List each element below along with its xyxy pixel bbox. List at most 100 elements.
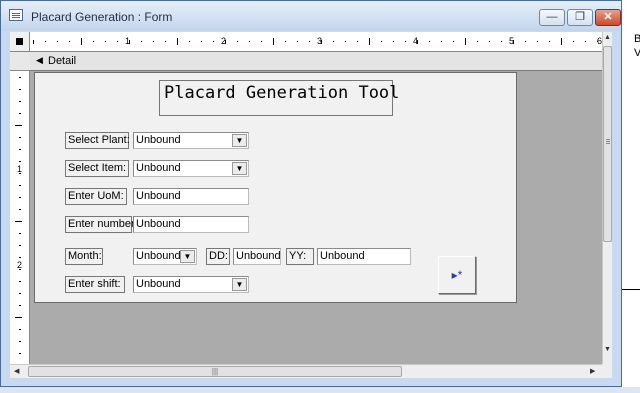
ruler-tick xyxy=(19,77,21,78)
month-label[interactable]: Month: xyxy=(65,248,103,265)
ruler-tick xyxy=(57,41,58,42)
dd-field[interactable]: Unbound xyxy=(233,248,281,265)
select-item-label[interactable]: Select Item: xyxy=(65,160,129,177)
ruler-number: 2 xyxy=(17,260,23,270)
ruler-number: 1 xyxy=(125,36,131,46)
ruler-tick xyxy=(525,41,526,42)
ruler-tick xyxy=(19,293,21,294)
horizontal-ruler[interactable]: 1 2 3 4 5 6 xyxy=(30,32,602,52)
ruler-tick xyxy=(573,41,574,42)
detail-section-bar[interactable]: ◀ Detail xyxy=(30,52,602,71)
ruler-tick xyxy=(15,221,22,222)
scroll-right-arrow-icon[interactable]: ▶ xyxy=(590,367,595,375)
ruler-tick xyxy=(19,353,21,354)
ruler-tick xyxy=(19,329,21,330)
enter-uom-label[interactable]: Enter UoM: xyxy=(65,188,127,205)
chevron-down-icon[interactable]: ▼ xyxy=(180,250,195,263)
ruler-tick xyxy=(549,41,550,42)
ruler-ticks xyxy=(15,77,22,354)
ruler-tick xyxy=(333,41,334,42)
select-item-combo[interactable]: Unbound ▼ xyxy=(133,160,249,177)
ruler-tick xyxy=(19,233,21,234)
select-plant-combo[interactable]: Unbound ▼ xyxy=(133,132,249,149)
ruler-tick xyxy=(273,38,274,45)
horizontal-scroll-thumb[interactable]: ||| xyxy=(28,366,402,377)
background-text: V xyxy=(634,47,640,59)
ruler-tick xyxy=(393,41,394,42)
ruler-tick xyxy=(19,101,21,102)
ruler-tick xyxy=(19,185,21,186)
ruler-tick xyxy=(19,305,21,306)
chevron-down-icon[interactable]: ▼ xyxy=(232,278,247,291)
dd-label[interactable]: DD: xyxy=(206,248,230,265)
ruler-tick xyxy=(141,41,142,42)
ruler-tick xyxy=(213,41,214,42)
restore-button[interactable]: ❐ xyxy=(567,9,593,26)
ruler-tick xyxy=(465,38,466,45)
ruler-tick xyxy=(15,125,22,126)
ruler-ticks xyxy=(33,38,598,45)
ruler-tick xyxy=(153,41,154,42)
ruler-tick xyxy=(585,41,586,42)
vertical-scrollbar[interactable]: ▲ ▼ xyxy=(602,32,612,364)
select-item-value: Unbound xyxy=(136,162,181,174)
ruler-tick xyxy=(477,41,478,42)
ruler-tick xyxy=(19,149,21,150)
ruler-tick xyxy=(19,197,21,198)
ruler-tick xyxy=(249,41,250,42)
ruler-tick xyxy=(45,41,46,42)
ruler-tick xyxy=(561,38,562,45)
ruler-tick xyxy=(309,41,310,42)
horizontal-scrollbar[interactable]: ◀ ||| ▶ xyxy=(10,364,602,378)
month-combo[interactable]: Unbound ▼ xyxy=(133,248,197,265)
scroll-left-arrow-icon[interactable]: ◀ xyxy=(14,367,19,375)
vertical-scroll-thumb[interactable] xyxy=(603,46,612,242)
scroll-down-arrow-icon[interactable]: ▼ xyxy=(604,346,611,353)
ruler-tick xyxy=(261,41,262,42)
ruler-number: 3 xyxy=(317,36,323,46)
select-plant-label[interactable]: Select Plant: xyxy=(65,132,130,149)
form-heading[interactable]: Placard Generation Tool xyxy=(159,80,399,116)
ruler-tick xyxy=(237,41,238,42)
ruler-tick xyxy=(81,38,82,45)
yy-field[interactable]: Unbound xyxy=(317,248,411,265)
section-selector[interactable] xyxy=(10,52,30,71)
enter-shift-combo[interactable]: Unbound ▼ xyxy=(133,276,249,293)
chevron-down-icon[interactable]: ▼ xyxy=(232,134,247,147)
section-label: Detail xyxy=(48,55,77,67)
vertical-ruler[interactable]: 1 2 xyxy=(10,71,30,364)
ruler-tick xyxy=(285,41,286,42)
chevron-down-icon[interactable]: ▼ xyxy=(232,162,247,175)
enter-shift-label[interactable]: Enter shift: xyxy=(65,276,125,293)
scroll-up-arrow-icon[interactable]: ▲ xyxy=(604,34,611,41)
form-window-icon[interactable] xyxy=(9,9,23,21)
design-surface: 1 2 3 4 5 6 1 2 ◀ Detail Placard Generat… xyxy=(10,32,612,378)
form-selector[interactable] xyxy=(10,32,30,52)
title-bar[interactable]: Placard Generation : Form — ❐ ✕ xyxy=(1,1,621,31)
ruler-tick xyxy=(381,41,382,42)
ruler-tick xyxy=(357,41,358,42)
size-grip[interactable] xyxy=(602,364,612,378)
new-record-button[interactable]: ▸* xyxy=(438,256,476,294)
divider xyxy=(622,289,640,290)
ruler-tick xyxy=(93,41,94,42)
ruler-tick xyxy=(369,38,370,45)
enter-number-field[interactable]: Unbound xyxy=(133,216,249,233)
ruler-tick xyxy=(501,41,502,42)
ruler-tick xyxy=(19,209,21,210)
close-button[interactable]: ✕ xyxy=(595,9,621,26)
section-collapse-icon[interactable]: ◀ xyxy=(36,55,43,66)
ruler-number: 4 xyxy=(413,36,419,46)
enter-uom-field[interactable]: Unbound xyxy=(133,188,249,205)
form-window: Placard Generation : Form — ❐ ✕ 1 2 3 4 … xyxy=(0,0,622,387)
ruler-number: 2 xyxy=(221,36,227,46)
minimize-button[interactable]: — xyxy=(539,9,565,26)
ruler-tick xyxy=(19,89,21,90)
ruler-tick xyxy=(189,41,190,42)
detail-section[interactable]: Placard Generation Tool Select Plant: Un… xyxy=(34,72,517,303)
enter-number-label[interactable]: Enter number xyxy=(65,216,135,233)
yy-label[interactable]: YY: xyxy=(286,248,314,265)
ruler-tick xyxy=(19,257,21,258)
month-value: Unbound xyxy=(136,250,181,262)
enter-shift-value: Unbound xyxy=(136,278,181,290)
